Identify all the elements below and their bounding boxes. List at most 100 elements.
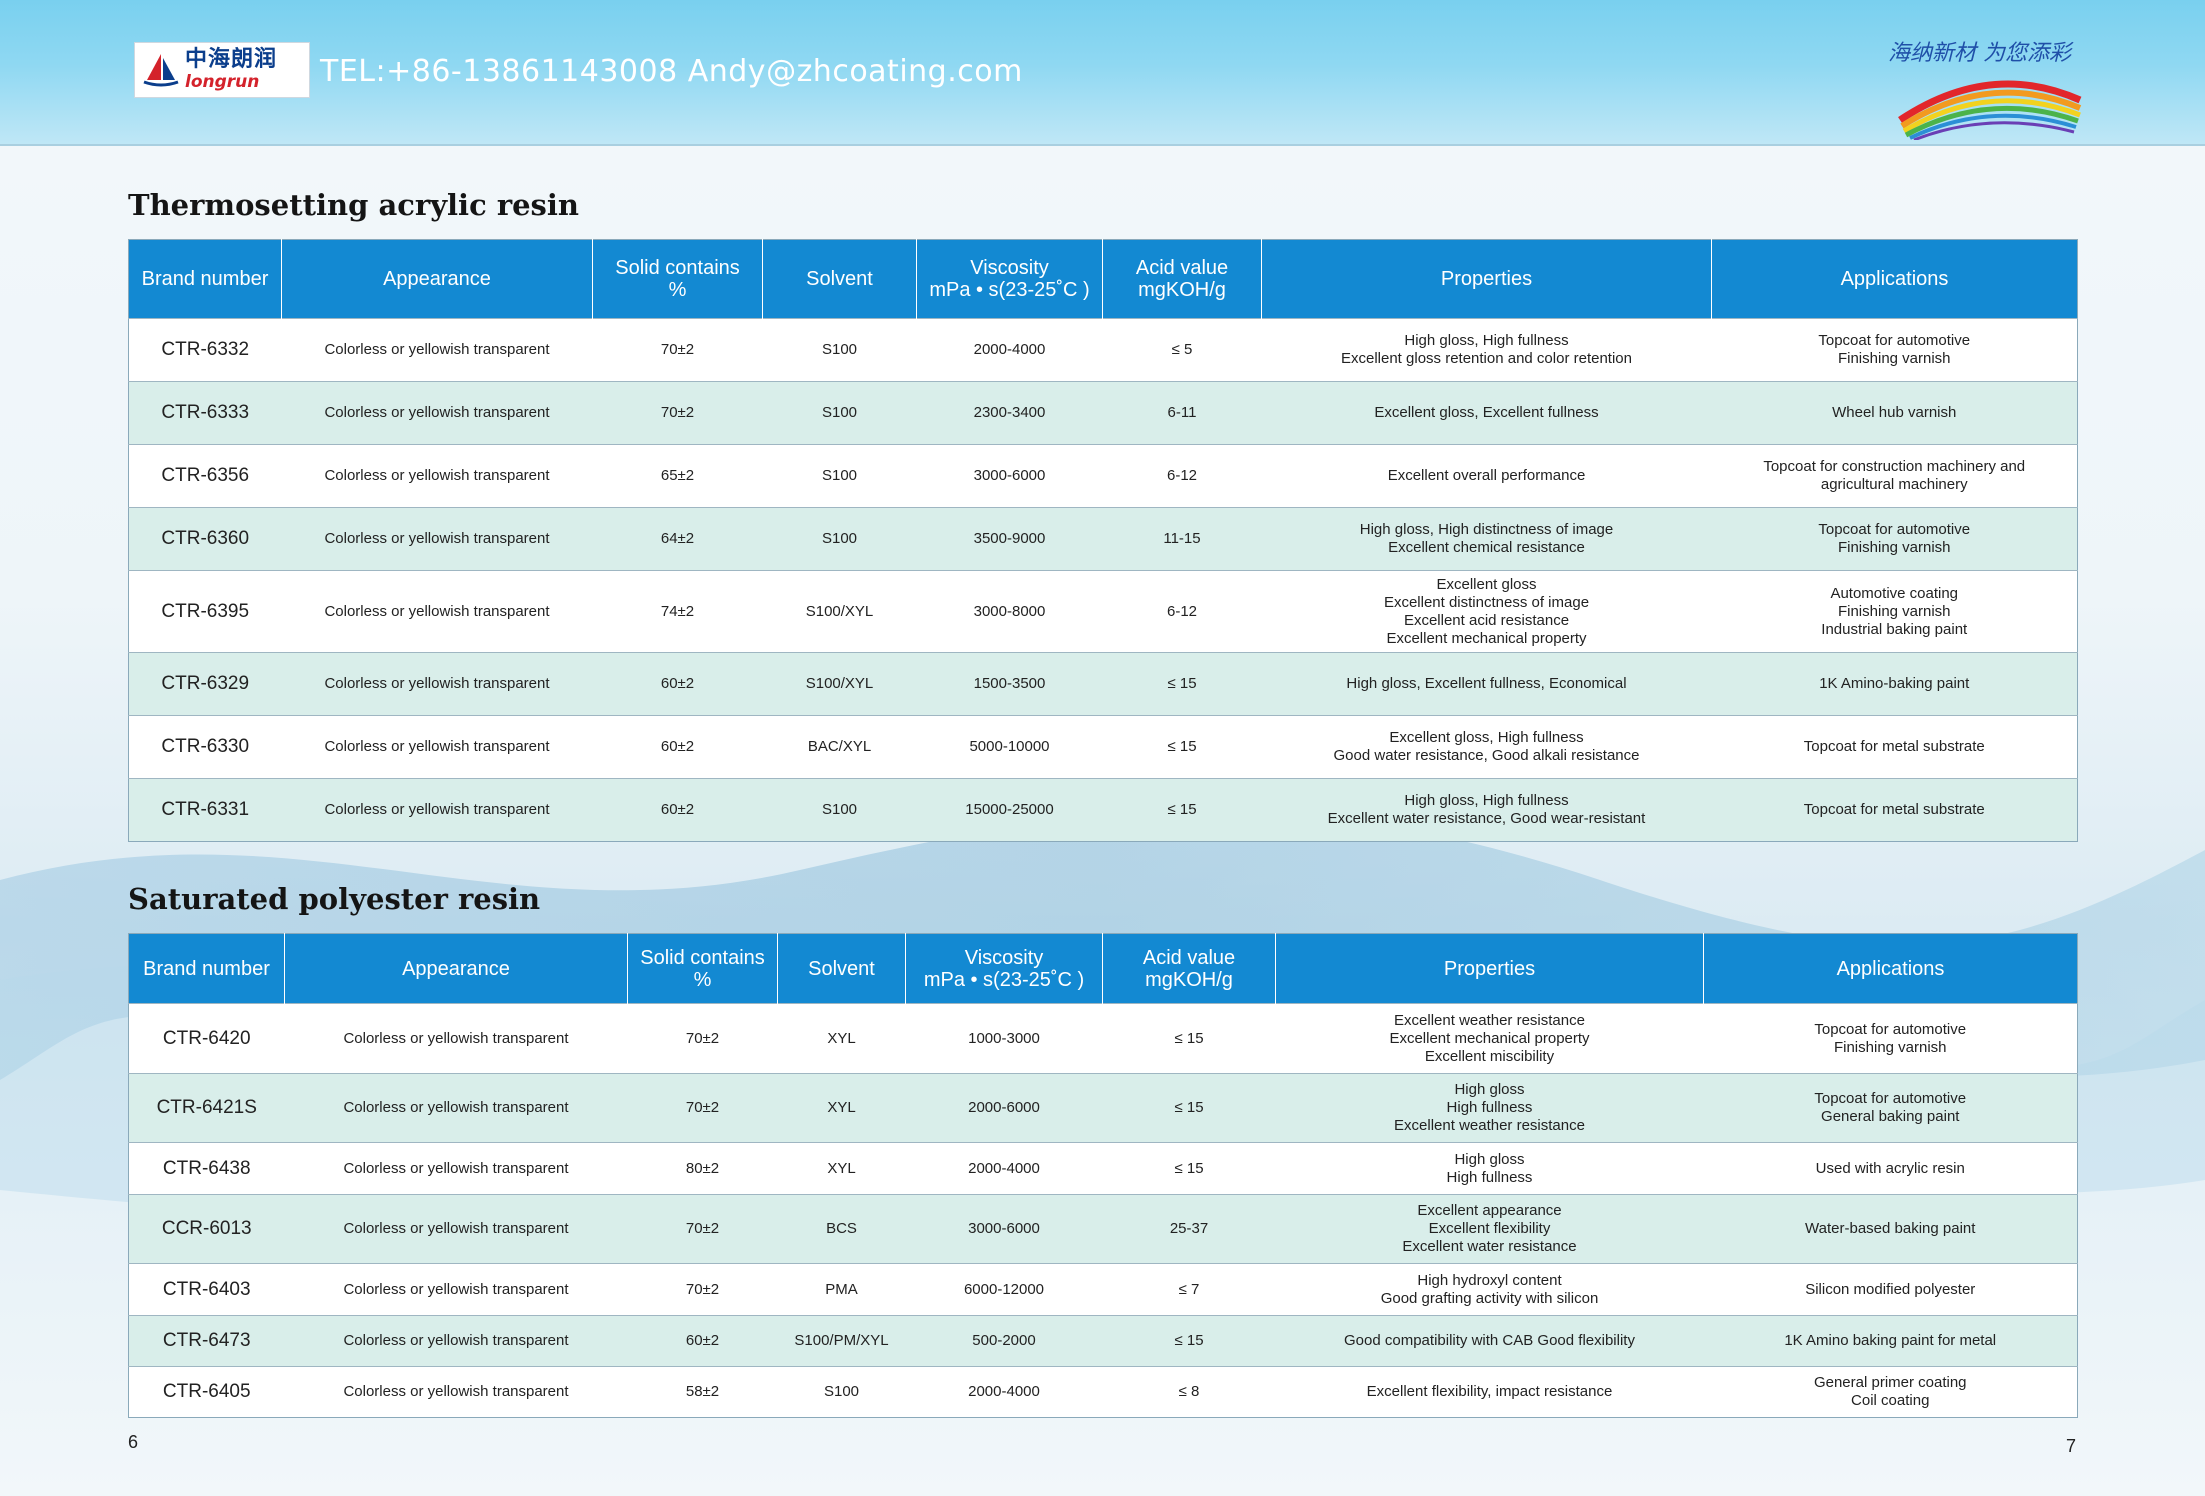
- applications-cell: Topcoat for automotive Finishing varnish: [1711, 507, 2078, 571]
- table-header-row: Brand number Appearance Solid contains% …: [128, 239, 2078, 319]
- viscosity-cell: 6000-12000: [905, 1263, 1103, 1316]
- acid-cell: ≤ 15: [1102, 1003, 1276, 1074]
- col-header-solvent: Solvent: [762, 239, 917, 319]
- applications-cell: Silicon modified polyester: [1703, 1263, 2078, 1316]
- table-row: CTR-6395 Colorless or yellowish transpar…: [128, 570, 2078, 653]
- col-header-viscosity: Viscosity mPa • s(23-25˚C ): [905, 933, 1103, 1004]
- acid-cell: ≤ 15: [1102, 1315, 1276, 1367]
- solvent-cell: BAC/XYL: [762, 715, 917, 779]
- table-row: CTR-6420 Colorless or yellowish transpar…: [128, 1003, 2078, 1074]
- properties-cell: Excellent flexibility, impact resistance: [1275, 1366, 1704, 1418]
- solvent-cell: S100: [762, 318, 917, 382]
- viscosity-cell: 5000-10000: [916, 715, 1103, 779]
- table-header-row: Brand number Appearance Solid contains% …: [128, 933, 2078, 1004]
- table-row: CTR-6403 Colorless or yellowish transpar…: [128, 1263, 2078, 1316]
- solid-cell: 60±2: [592, 715, 763, 779]
- brand-cell: CTR-6329: [128, 652, 282, 716]
- col-header-applications: Applications: [1703, 933, 2078, 1004]
- table-row: CTR-6332 Colorless or yellowish transpar…: [128, 318, 2078, 382]
- acid-cell: 11-15: [1102, 507, 1262, 571]
- viscosity-cell: 500-2000: [905, 1315, 1103, 1367]
- table-row: CTR-6330 Colorless or yellowish transpar…: [128, 715, 2078, 779]
- rainbow-slogan-logo: 海纳新材 为您添彩: [1888, 41, 2082, 140]
- appearance-cell: Colorless or yellowish transparent: [284, 1315, 628, 1367]
- applications-cell: Topcoat for construction machinery and ag…: [1711, 444, 2078, 508]
- appearance-cell: Colorless or yellowish transparent: [281, 652, 593, 716]
- acid-cell: ≤ 15: [1102, 1073, 1276, 1143]
- slogan-text: 海纳新材 为您添彩: [1888, 41, 2074, 66]
- page-number-right: 7: [2066, 1436, 2077, 1456]
- solid-cell: 74±2: [592, 570, 763, 653]
- viscosity-cell: 2000-6000: [905, 1073, 1103, 1143]
- table-row: CCR-6013 Colorless or yellowish transpar…: [128, 1194, 2078, 1264]
- brand-cell: CCR-6013: [128, 1194, 285, 1264]
- solid-cell: 70±2: [627, 1003, 778, 1074]
- solvent-cell: XYL: [777, 1003, 906, 1074]
- brand-cell: CTR-6473: [128, 1315, 285, 1367]
- brand-cell: CTR-6360: [128, 507, 282, 571]
- viscosity-cell: 2000-4000: [905, 1366, 1103, 1418]
- table-row: CTR-6356 Colorless or yellowish transpar…: [128, 444, 2078, 508]
- solid-cell: 60±2: [592, 652, 763, 716]
- sailboat-icon: [143, 54, 179, 87]
- viscosity-cell: 3000-6000: [905, 1194, 1103, 1264]
- brand-cell: CTR-6333: [128, 381, 282, 445]
- brand-cell: CTR-6420: [128, 1003, 285, 1074]
- section-title-saturated-polyester: Saturated polyester resin: [128, 882, 541, 916]
- solid-cell: 70±2: [592, 318, 763, 382]
- solid-cell: 70±2: [592, 381, 763, 445]
- acid-cell: 6-11: [1102, 381, 1262, 445]
- solvent-cell: PMA: [777, 1263, 906, 1316]
- brand-cell: CTR-6330: [128, 715, 282, 779]
- applications-cell: Topcoat for automotive General baking pai…: [1703, 1073, 2078, 1143]
- col-header-solvent: Solvent: [777, 933, 906, 1004]
- logo-english-text: longrun: [185, 72, 260, 92]
- properties-cell: Excellent gloss, Excellent fullness: [1261, 381, 1712, 445]
- col-header-brand: Brand number: [128, 933, 285, 1004]
- solid-cell: 70±2: [627, 1194, 778, 1264]
- solid-cell: 60±2: [627, 1315, 778, 1367]
- acid-cell: ≤ 15: [1102, 715, 1262, 779]
- viscosity-cell: 3000-8000: [916, 570, 1103, 653]
- col-header-acid-value: Acid value mgKOH/g: [1102, 239, 1262, 319]
- viscosity-cell: 3500-9000: [916, 507, 1103, 571]
- solid-cell: 60±2: [592, 778, 763, 842]
- solvent-cell: BCS: [777, 1194, 906, 1264]
- solvent-cell: S100: [762, 381, 917, 445]
- applications-cell: 1K Amino baking paint for metal: [1703, 1315, 2078, 1367]
- applications-cell: Topcoat for metal substrate: [1711, 715, 2078, 779]
- solid-cell: 80±2: [627, 1142, 778, 1195]
- properties-cell: High gloss, High distinctness of image Ex…: [1261, 507, 1712, 571]
- appearance-cell: Colorless or yellowish transparent: [281, 570, 593, 653]
- appearance-cell: Colorless or yellowish transparent: [284, 1263, 628, 1316]
- page-number-left: 6: [128, 1432, 139, 1452]
- applications-cell: General primer coating Coil coating: [1703, 1366, 2078, 1418]
- solvent-cell: S100: [777, 1366, 906, 1418]
- applications-cell: 1K Amino-baking paint: [1711, 652, 2078, 716]
- properties-cell: Excellent gloss Excellent distinctness of…: [1261, 570, 1712, 653]
- appearance-cell: Colorless or yellowish transparent: [284, 1366, 628, 1418]
- properties-cell: High gloss High fullness: [1275, 1142, 1704, 1195]
- solid-cell: 70±2: [627, 1263, 778, 1316]
- appearance-cell: Colorless or yellowish transparent: [281, 318, 593, 382]
- viscosity-cell: 2000-4000: [905, 1142, 1103, 1195]
- properties-cell: High gloss, High fullness Excellent water…: [1261, 778, 1712, 842]
- solvent-cell: S100: [762, 507, 917, 571]
- properties-cell: High hydroxyl content Good grafting activ…: [1275, 1263, 1704, 1316]
- saturated-polyester-table: Brand number Appearance Solid contains% …: [128, 933, 2078, 1418]
- brand-cell: CTR-6403: [128, 1263, 285, 1316]
- appearance-cell: Colorless or yellowish transparent: [284, 1142, 628, 1195]
- brand-cell: CTR-6421S: [128, 1073, 285, 1143]
- viscosity-cell: 15000-25000: [916, 778, 1103, 842]
- col-header-solid: Solid contains%: [627, 933, 778, 1004]
- table-row: CTR-6438 Colorless or yellowish transpar…: [128, 1142, 2078, 1195]
- col-header-properties: Properties: [1261, 239, 1712, 319]
- solid-cell: 65±2: [592, 444, 763, 508]
- col-header-properties: Properties: [1275, 933, 1704, 1004]
- applications-cell: Topcoat for metal substrate: [1711, 778, 2078, 842]
- applications-cell: Topcoat for automotive Finishing varnish: [1711, 318, 2078, 382]
- appearance-cell: Colorless or yellowish transparent: [284, 1003, 628, 1074]
- solvent-cell: S100: [762, 778, 917, 842]
- acid-cell: 6-12: [1102, 444, 1262, 508]
- applications-cell: Water-based baking paint: [1703, 1194, 2078, 1264]
